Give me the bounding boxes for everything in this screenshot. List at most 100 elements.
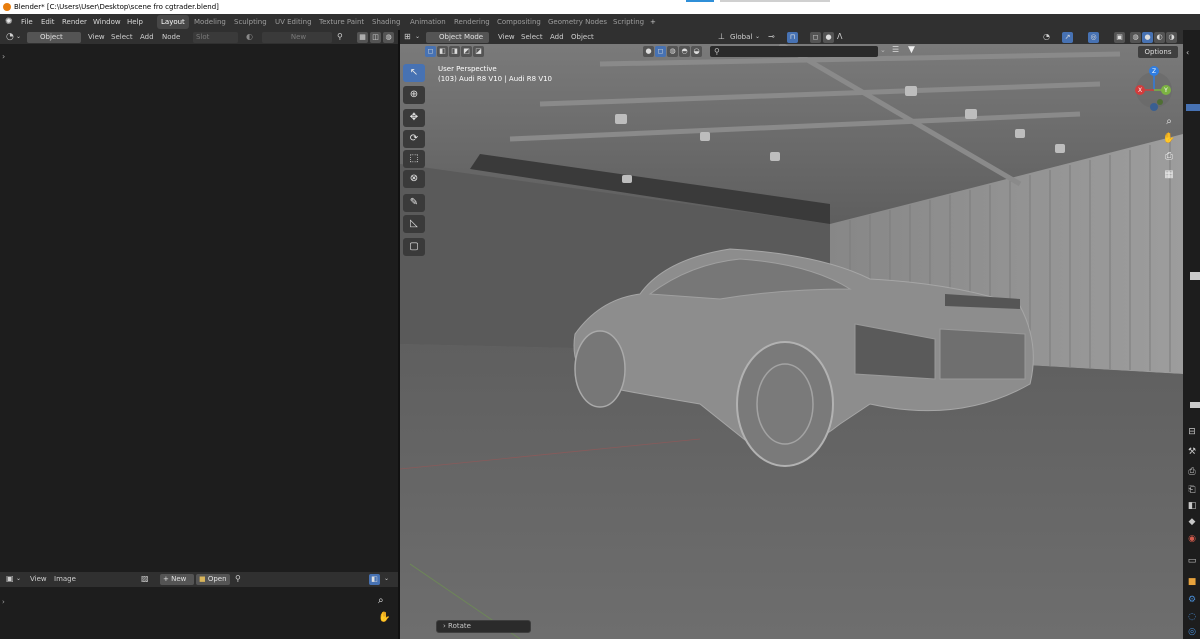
- view-layer-tab-icon[interactable]: ◧: [1186, 500, 1198, 512]
- menu-select[interactable]: Select: [111, 30, 133, 44]
- menu-image[interactable]: Image: [54, 572, 76, 586]
- overlay-toggle-icon[interactable]: ◎: [1088, 32, 1099, 43]
- sidebar-toggle-icon[interactable]: ›: [2, 598, 5, 606]
- menu-view[interactable]: View: [88, 30, 105, 44]
- measure-icon[interactable]: ◺: [403, 215, 425, 233]
- hand-pan-icon[interactable]: ✋: [378, 612, 390, 623]
- menu-select[interactable]: Select: [521, 30, 543, 44]
- snap-icon[interactable]: ⊓: [787, 32, 798, 43]
- hand-pan-icon[interactable]: ✋: [1160, 131, 1178, 147]
- tab-animation[interactable]: Animation: [406, 15, 450, 29]
- shading-material-icon[interactable]: ◐: [1154, 32, 1165, 43]
- chevron-left-icon[interactable]: ‹: [1186, 48, 1189, 57]
- shading-rendered-icon[interactable]: ◑: [1166, 32, 1177, 43]
- properties-panel[interactable]: [1183, 30, 1200, 639]
- shading-wireframe-icon[interactable]: ◍: [1130, 32, 1141, 43]
- render-tab-icon[interactable]: ⎙: [1186, 466, 1198, 478]
- backdrop-icon[interactable]: ▦: [357, 32, 368, 43]
- zoom-icon[interactable]: ⌕: [1160, 114, 1178, 130]
- tab-sculpting[interactable]: Sculpting: [230, 15, 271, 29]
- tab-compositing[interactable]: Compositing: [493, 15, 545, 29]
- proportional-edit-icon[interactable]: ●: [823, 32, 834, 43]
- mode-dropdown[interactable]: Object Mode: [426, 32, 489, 43]
- navigation-gizmo[interactable]: Z Y X: [1134, 62, 1178, 116]
- filter-empty-icon[interactable]: ◒: [691, 46, 702, 57]
- filter-object-icon[interactable]: ◻: [655, 46, 666, 57]
- tab-texture-paint[interactable]: Texture Paint: [315, 15, 368, 29]
- pin-icon[interactable]: ⚲: [235, 572, 241, 586]
- menu-edit[interactable]: Edit: [41, 14, 55, 30]
- sort-icon[interactable]: ☰: [892, 45, 899, 54]
- tab-layout[interactable]: Layout: [157, 15, 189, 29]
- world-tab-icon[interactable]: ◉: [1186, 533, 1198, 545]
- pin-icon[interactable]: ⚲: [337, 30, 343, 44]
- filter-icon[interactable]: ▼: [908, 45, 915, 55]
- slot-dropdown[interactable]: Slot: [193, 32, 238, 43]
- menu-object[interactable]: Object: [571, 30, 594, 44]
- pivot-icon[interactable]: ⊸: [768, 30, 775, 44]
- material-icon[interactable]: ◐: [246, 30, 253, 44]
- gizmo-toggle-icon[interactable]: ↗: [1062, 32, 1073, 43]
- tab-rendering[interactable]: Rendering: [450, 15, 494, 29]
- blender-menu-icon[interactable]: ✺: [5, 14, 13, 30]
- search-input[interactable]: ⚲: [710, 46, 878, 57]
- menu-render[interactable]: Render: [62, 14, 87, 30]
- tool-tab-icon[interactable]: ⚒: [1186, 446, 1198, 458]
- zoom-icon[interactable]: ⌕: [378, 595, 384, 606]
- select-box-icon[interactable]: ↖: [403, 64, 425, 82]
- snap-icon[interactable]: ◫: [370, 32, 381, 43]
- menu-window[interactable]: Window: [93, 14, 121, 30]
- shading-solid-icon[interactable]: ●: [1142, 32, 1153, 43]
- menu-file[interactable]: File: [21, 14, 33, 30]
- move-icon[interactable]: ✥: [403, 109, 425, 127]
- filter-camera-icon[interactable]: ◓: [679, 46, 690, 57]
- object-type-dropdown[interactable]: Object: [27, 32, 81, 43]
- orientation-icon[interactable]: ⊥: [718, 30, 725, 44]
- chevron-down-icon[interactable]: ⌄: [880, 46, 886, 54]
- modifier-tab-icon[interactable]: ⚙: [1186, 594, 1198, 606]
- object-tab-icon[interactable]: ■: [1186, 576, 1198, 588]
- particles-tab-icon[interactable]: ◌: [1186, 611, 1198, 623]
- select-subtract-icon[interactable]: ◨: [449, 46, 460, 57]
- scene-tab-icon[interactable]: ◆: [1186, 516, 1198, 528]
- editor-type-icon[interactable]: ◔: [6, 30, 14, 44]
- visibility-icon[interactable]: ◔: [1043, 30, 1050, 44]
- transform-orientation-dropdown[interactable]: Global: [730, 30, 752, 44]
- menu-help[interactable]: Help: [127, 14, 143, 30]
- tab-scripting[interactable]: Scripting: [609, 15, 648, 29]
- tab-geometry-nodes[interactable]: Geometry Nodes: [544, 15, 611, 29]
- open-image-button[interactable]: ■ Open: [196, 574, 230, 585]
- falloff-icon[interactable]: Λ: [837, 30, 842, 44]
- menu-add[interactable]: Add: [550, 30, 564, 44]
- chevron-down-icon[interactable]: ⌄: [755, 30, 760, 44]
- select-intersect-icon[interactable]: ◪: [473, 46, 484, 57]
- tab-shading[interactable]: Shading: [368, 15, 404, 29]
- annotate-icon[interactable]: ✎: [403, 194, 425, 212]
- grid-icon[interactable]: ▦: [1160, 167, 1178, 183]
- menu-node[interactable]: Node: [162, 30, 180, 44]
- add-cube-icon[interactable]: ▢: [403, 238, 425, 256]
- filter-light-icon[interactable]: ◍: [667, 46, 678, 57]
- menu-add[interactable]: Add: [140, 30, 154, 44]
- chevron-down-icon[interactable]: ⌄: [384, 572, 389, 586]
- last-operator-panel[interactable]: › Rotate: [436, 620, 531, 633]
- chevron-down-icon[interactable]: ⌄: [415, 30, 420, 44]
- tab-modeling[interactable]: Modeling: [190, 15, 230, 29]
- output-tab-icon[interactable]: ⎗: [1186, 484, 1198, 496]
- sidebar-toggle-icon[interactable]: ›: [2, 52, 5, 61]
- 3d-viewport[interactable]: [400, 44, 1183, 639]
- tab-uv-editing[interactable]: UV Editing: [271, 15, 316, 29]
- camera-icon[interactable]: ⎙: [1160, 149, 1178, 165]
- view-mode-icon[interactable]: ◧: [369, 574, 380, 585]
- scale-icon[interactable]: ⬚: [403, 150, 425, 168]
- image-editor-type-icon[interactable]: ▣: [6, 572, 14, 586]
- chevron-down-icon[interactable]: ⌄: [16, 572, 21, 586]
- properties-tab-icon[interactable]: ⊟: [1186, 426, 1198, 438]
- options-dropdown[interactable]: Options: [1138, 46, 1178, 58]
- overlay-icon[interactable]: ◍: [383, 32, 394, 43]
- new-material-button[interactable]: New: [262, 32, 332, 43]
- editor-type-icon[interactable]: ⊞: [404, 30, 411, 44]
- transform-icon[interactable]: ⊗: [403, 170, 425, 188]
- physics-tab-icon[interactable]: ◎: [1186, 626, 1198, 638]
- select-extend-icon[interactable]: ◧: [437, 46, 448, 57]
